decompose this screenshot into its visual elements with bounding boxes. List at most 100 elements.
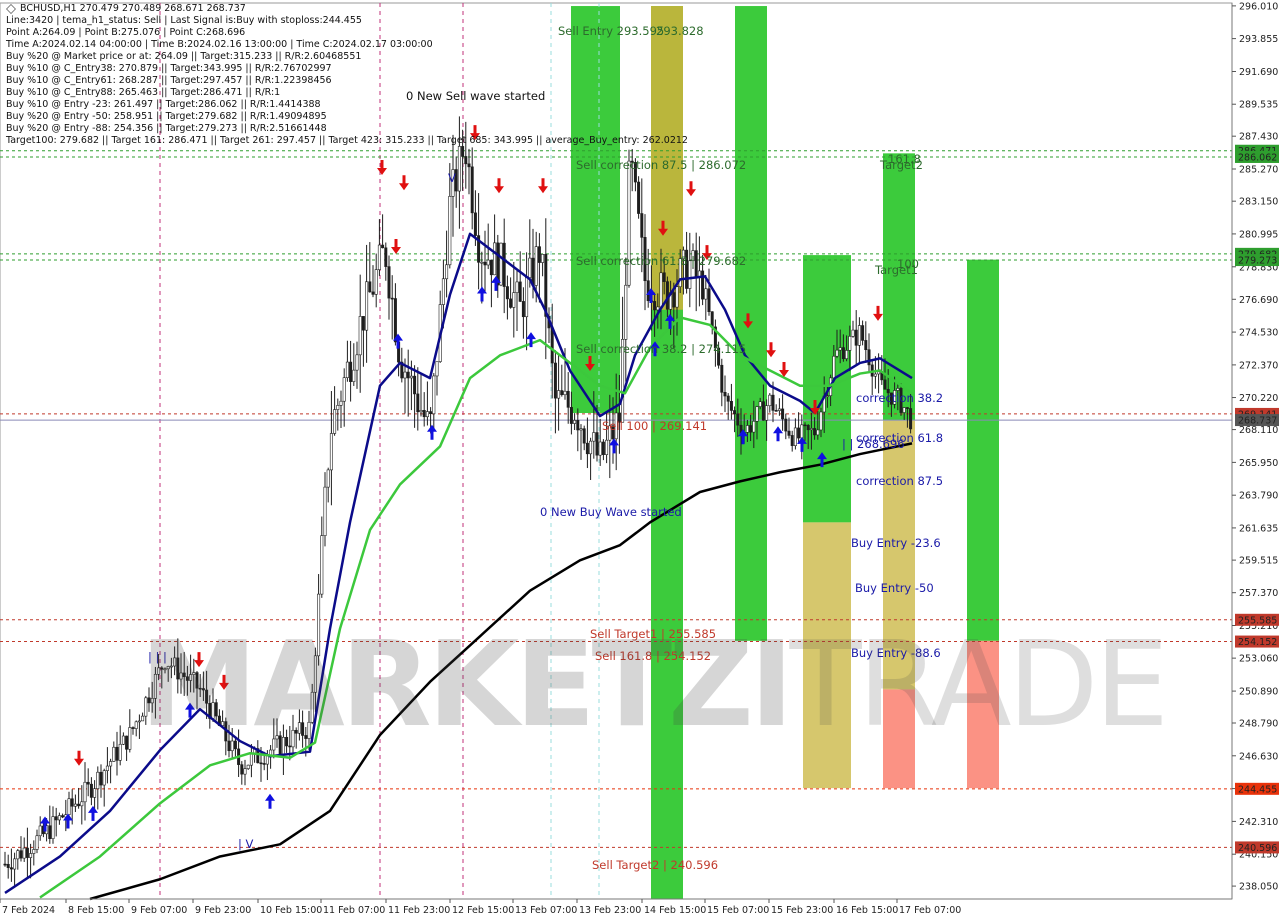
candle-up bbox=[409, 375, 413, 379]
chart-annotation: | | 268.696 bbox=[842, 437, 905, 451]
candle-up bbox=[598, 441, 602, 456]
info-line: Line:3420 | tema_h1_status: Sell | Last … bbox=[6, 15, 362, 26]
y-tick-label: 259.515 bbox=[1239, 556, 1278, 567]
chart-annotation: Buy Entry -23.6 bbox=[851, 536, 941, 550]
candle-up bbox=[659, 272, 663, 308]
candle-up bbox=[249, 753, 253, 766]
candle-down bbox=[797, 427, 801, 439]
candle-down bbox=[553, 362, 557, 399]
candle-down bbox=[125, 735, 129, 750]
candle-down bbox=[259, 762, 263, 765]
candle-down bbox=[813, 428, 817, 436]
candle-down bbox=[115, 746, 119, 761]
x-tick-label: 8 Feb 15:00 bbox=[68, 905, 124, 916]
candle-up bbox=[358, 316, 362, 356]
candle-down bbox=[803, 424, 807, 427]
y-tick-label: 253.060 bbox=[1239, 654, 1278, 665]
y-tick-label: 268.110 bbox=[1239, 425, 1278, 436]
y-tick-label: 242.310 bbox=[1239, 817, 1278, 828]
y-tick-label: 257.370 bbox=[1239, 588, 1278, 599]
candle-up bbox=[374, 269, 378, 295]
candle-up bbox=[851, 329, 855, 337]
candle-down bbox=[86, 781, 90, 785]
candle-up bbox=[534, 246, 538, 286]
candle-down bbox=[61, 815, 65, 818]
candle-up bbox=[102, 770, 106, 786]
candle-up bbox=[67, 798, 71, 815]
time-axis: 7 Feb 2024 8 Feb 15:00 9 Feb 07:00 9 Feb 23… bbox=[0, 898, 1232, 916]
chart-annotation: correction 38.2 bbox=[856, 391, 943, 405]
candle-up bbox=[425, 411, 429, 418]
candle-down bbox=[733, 410, 737, 415]
candle-up bbox=[873, 373, 877, 377]
candle-down bbox=[861, 325, 865, 341]
candle-up bbox=[121, 735, 125, 745]
candle-up bbox=[342, 377, 346, 402]
candle-down bbox=[595, 432, 599, 456]
candle-up bbox=[457, 146, 461, 192]
candle-down bbox=[521, 301, 525, 318]
candle-down bbox=[406, 371, 410, 379]
y-tick-label: 296.010 bbox=[1239, 1, 1278, 12]
candle-up bbox=[525, 277, 529, 318]
candle-up bbox=[877, 371, 881, 375]
price-tag-label: 279.273 bbox=[1238, 256, 1277, 267]
candle-up bbox=[857, 325, 861, 346]
candle-up bbox=[605, 439, 609, 455]
candle-up bbox=[832, 355, 836, 379]
price-tag-label: 255.585 bbox=[1238, 615, 1277, 626]
candle-up bbox=[768, 394, 772, 407]
candle-down bbox=[467, 163, 471, 168]
collapse-icon[interactable] bbox=[6, 3, 16, 14]
candle-up bbox=[96, 771, 100, 789]
candle-up bbox=[752, 420, 756, 433]
candle-up bbox=[112, 746, 116, 762]
candle-up bbox=[83, 781, 87, 803]
candle-down bbox=[729, 400, 733, 411]
candle-up bbox=[573, 420, 577, 424]
candle-down bbox=[393, 298, 397, 343]
candle-up bbox=[128, 727, 132, 750]
candle-up bbox=[329, 433, 333, 471]
watermark-main: MARKETZI bbox=[140, 615, 794, 753]
y-tick-label: 276.690 bbox=[1239, 295, 1278, 306]
chart-annotation: Sell correction 87.5 | 286.072 bbox=[576, 158, 746, 172]
candle-up bbox=[445, 264, 449, 280]
candle-down bbox=[707, 288, 711, 313]
candle-down bbox=[560, 390, 564, 396]
candle-down bbox=[262, 763, 266, 765]
candle-down bbox=[131, 727, 135, 729]
price-tag-label: 268.737 bbox=[1238, 416, 1277, 427]
candle-down bbox=[429, 411, 433, 415]
x-tick-label: 15 Feb 23:00 bbox=[771, 905, 833, 916]
y-tick-label: 261.635 bbox=[1239, 523, 1278, 534]
candle-down bbox=[761, 401, 765, 421]
candle-down bbox=[99, 771, 103, 786]
candle-down bbox=[483, 261, 487, 266]
candle-down bbox=[70, 798, 74, 807]
candle-down bbox=[864, 340, 868, 351]
candle-down bbox=[54, 816, 58, 821]
candle-up bbox=[819, 411, 823, 431]
y-tick-label: 283.150 bbox=[1239, 197, 1278, 208]
info-line-symbol: BCHUSD,H1 270.479 270.489 268.671 268.73… bbox=[6, 3, 688, 15]
candle-up bbox=[355, 354, 359, 371]
candle-down bbox=[787, 430, 791, 436]
candle-down bbox=[470, 166, 474, 214]
y-tick-label: 270.220 bbox=[1239, 393, 1278, 404]
candle-down bbox=[505, 286, 509, 300]
candle-up bbox=[579, 428, 583, 431]
candle-up bbox=[435, 361, 439, 377]
candle-up bbox=[377, 244, 381, 270]
chart-annotation: 0 New Buy Wave started bbox=[540, 505, 682, 519]
candle-down bbox=[48, 825, 52, 839]
candle-down bbox=[854, 329, 858, 346]
info-line: Buy %10 @ C_Entry38: 270.879 || Target:3… bbox=[6, 63, 332, 74]
price-tag-label: 286.062 bbox=[1238, 152, 1277, 163]
candle-up bbox=[32, 849, 36, 854]
info-line: Time A:2024.02.14 04:00:00 | Time B:2024… bbox=[6, 39, 433, 50]
candle-down bbox=[723, 391, 727, 397]
candle-up bbox=[118, 743, 122, 761]
candle-up bbox=[758, 401, 762, 407]
x-tick-label: 16 Feb 15:00 bbox=[836, 905, 898, 916]
